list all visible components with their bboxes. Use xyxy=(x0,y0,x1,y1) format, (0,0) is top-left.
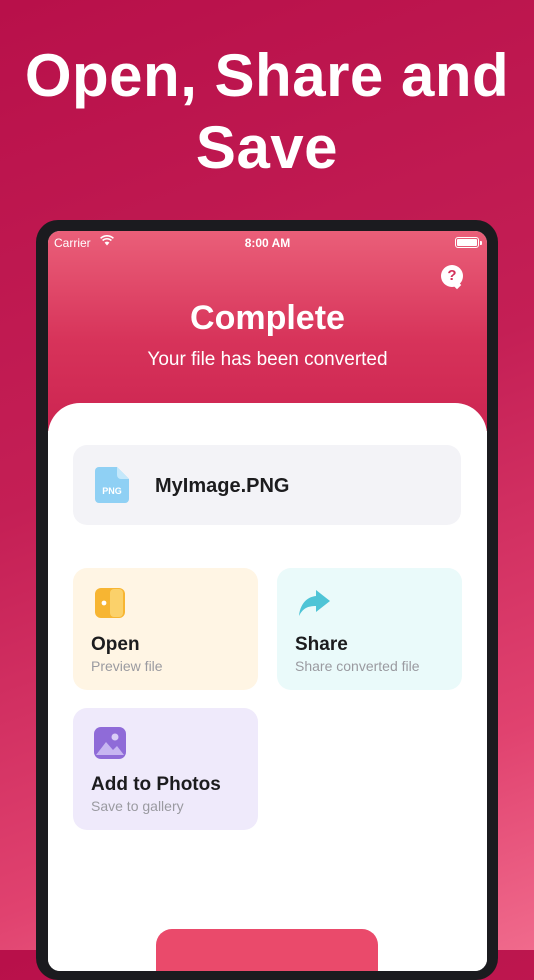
share-sublabel: Share converted file xyxy=(295,658,420,674)
png-file-icon: PNG xyxy=(95,467,129,503)
app-screen: Carrier 8:00 AM ? Complete Your file has… xyxy=(48,231,487,971)
promo-headline: Open, Share and Save xyxy=(0,40,534,184)
page-subtitle: Your file has been converted xyxy=(147,349,388,370)
file-name: MyImage.PNG xyxy=(155,475,290,497)
add-to-photos-button[interactable]: Add to Photos Save to gallery xyxy=(73,708,258,830)
share-arrow-icon xyxy=(299,590,330,616)
photo-icon xyxy=(94,727,126,759)
share-label: Share xyxy=(295,634,348,655)
open-label: Open xyxy=(91,634,140,655)
add-to-photos-sublabel: Save to gallery xyxy=(91,798,184,814)
file-card[interactable]: PNG MyImage.PNG xyxy=(73,445,461,525)
open-button[interactable]: Open Preview file xyxy=(73,568,258,690)
headline-line-1: Open, Share and xyxy=(24,42,510,109)
open-door-icon xyxy=(95,588,125,618)
page-title: Complete xyxy=(190,299,345,337)
question-bubble-icon[interactable]: ? xyxy=(441,265,463,287)
open-sublabel: Preview file xyxy=(91,658,163,674)
battery-icon xyxy=(455,237,482,248)
svg-text:PNG: PNG xyxy=(102,486,122,496)
header-banner: Carrier 8:00 AM ? Complete Your file has… xyxy=(48,231,487,431)
clock: 8:00 AM xyxy=(244,236,291,250)
bottom-action-button[interactable] xyxy=(156,929,378,971)
share-button[interactable]: Share Share converted file xyxy=(277,568,462,690)
status-bar: Carrier 8:00 AM xyxy=(48,231,487,253)
headline-line-2: Save xyxy=(195,114,339,181)
add-to-photos-label: Add to Photos xyxy=(91,774,221,795)
